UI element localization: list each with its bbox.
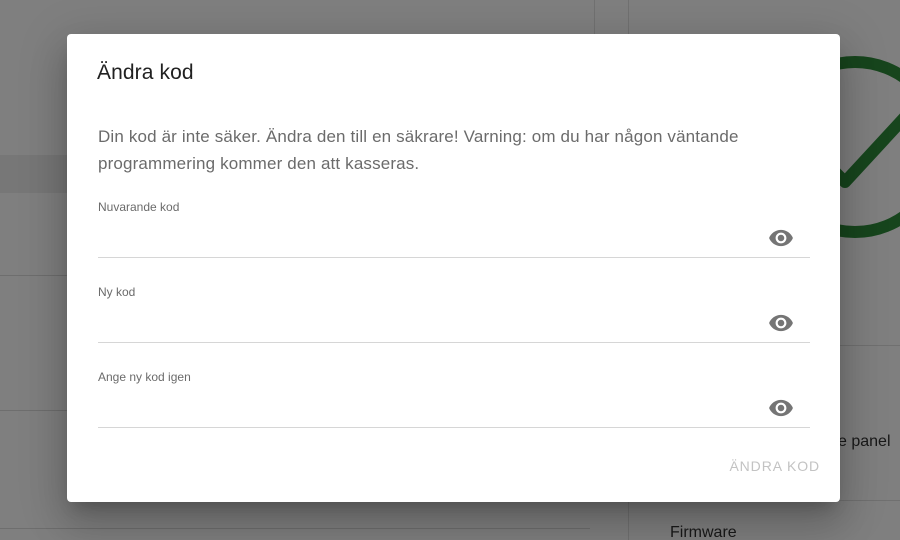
new-code-field: Ny kod: [98, 285, 810, 343]
current-code-input[interactable]: [98, 222, 758, 250]
new-code-input[interactable]: [98, 307, 758, 335]
eye-icon[interactable]: [766, 393, 796, 423]
current-code-field: Nuvarande kod: [98, 200, 810, 258]
change-code-dialog: Ändra kod Din kod är inte säker. Ändra d…: [67, 34, 840, 502]
eye-icon[interactable]: [766, 308, 796, 338]
eye-icon[interactable]: [766, 223, 796, 253]
new-code-label: Ny kod: [98, 285, 136, 299]
dialog-title: Ändra kod: [97, 61, 194, 84]
confirm-code-input[interactable]: [98, 392, 758, 420]
dialog-message: Din kod är inte säker. Ändra den till en…: [98, 127, 739, 173]
confirm-code-label: Ange ny kod igen: [98, 370, 191, 384]
confirm-code-field: Ange ny kod igen: [98, 370, 810, 428]
change-code-button[interactable]: ÄNDRA KOD: [729, 458, 820, 474]
current-code-label: Nuvarande kod: [98, 200, 180, 214]
